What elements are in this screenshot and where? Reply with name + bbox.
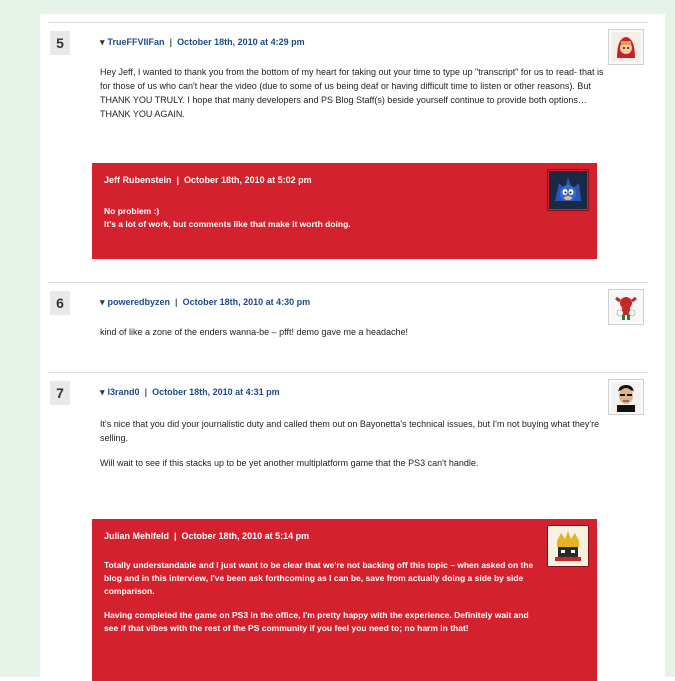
red-hood-avatar-icon[interactable] bbox=[608, 29, 644, 65]
comment-header: ▾ poweredbyzen | October 18th, 2010 at 4:30… bbox=[100, 297, 310, 308]
author-reply: Julian Mehlfeld | October 18th, 2010 at 5:… bbox=[92, 519, 597, 681]
comment-paragraph: Will wait to see if this stacks up to be… bbox=[100, 458, 479, 468]
author-reply: Jeff Rubenstein | October 18th, 2010 at 5:… bbox=[92, 163, 597, 259]
comment-number: 7 bbox=[50, 381, 70, 405]
caret-down-icon[interactable]: ▾ bbox=[100, 297, 108, 307]
comment-paragraph: It's nice that you did your journalistic… bbox=[100, 419, 600, 443]
comment-6: 6 ▾ poweredbyzen | October 18th, 2010 at 4:… bbox=[48, 282, 648, 355]
reply-body: No problem :) It's a lot of work, but co… bbox=[104, 205, 534, 242]
reply-paragraph: Having completed the game on PS3 in the … bbox=[104, 610, 529, 633]
page-frame: 5 ▾ TrueFFVIIFan | October 18th, 2010 at 4:… bbox=[0, 0, 675, 681]
comment-date-link[interactable]: October 18th, 2010 at 4:30 pm bbox=[183, 297, 311, 307]
comment-7: 7 ▾ l3rand0 | October 18th, 2010 at 4:31 pm… bbox=[48, 372, 648, 681]
header-separator: | bbox=[176, 175, 180, 185]
header-separator: | bbox=[144, 387, 148, 397]
header-separator: | bbox=[174, 531, 177, 541]
reply-author-link[interactable]: Julian Mehlfeld bbox=[104, 531, 169, 541]
comment-body: Hey Jeff, I wanted to thank you from the… bbox=[100, 65, 610, 132]
comments-list: 5 ▾ TrueFFVIIFan | October 18th, 2010 at 4:… bbox=[40, 14, 665, 681]
reply-header: Jeff Rubenstein | October 18th, 2010 at 5:… bbox=[104, 175, 312, 185]
face-avatar-icon[interactable] bbox=[608, 379, 644, 415]
comment-paragraph: Hey Jeff, I wanted to thank you from the… bbox=[100, 67, 604, 119]
caret-down-icon[interactable]: ▾ bbox=[100, 37, 108, 47]
comment-header: ▾ TrueFFVIIFan | October 18th, 2010 at 4:29… bbox=[100, 37, 305, 48]
comment-number: 5 bbox=[50, 31, 70, 55]
reply-date-link[interactable]: October 18th, 2010 at 5:14 pm bbox=[182, 531, 310, 541]
comment-body: It's nice that you did your journalistic… bbox=[100, 417, 610, 481]
top-margin bbox=[0, 0, 675, 14]
comment-body: kind of like a zone of the enders wanna-… bbox=[100, 325, 610, 350]
comment-number: 6 bbox=[50, 291, 70, 315]
right-margin bbox=[665, 0, 675, 677]
knuckles-avatar-icon[interactable] bbox=[608, 289, 644, 325]
header-separator: | bbox=[169, 37, 173, 47]
comment-5: 5 ▾ TrueFFVIIFan | October 18th, 2010 at 4:… bbox=[48, 22, 648, 268]
reply-body: Totally understandable and I just want t… bbox=[104, 559, 534, 646]
comment-date-link[interactable]: October 18th, 2010 at 4:31 pm bbox=[152, 387, 280, 397]
reply-paragraph: Totally understandable and I just want t… bbox=[104, 560, 534, 596]
reply-date-link[interactable]: October 18th, 2010 at 5:02 pm bbox=[184, 175, 312, 185]
comment-author-link[interactable]: TrueFFVIIFan bbox=[108, 37, 165, 47]
reply-author-link[interactable]: Jeff Rubenstein bbox=[104, 175, 172, 185]
header-separator: | bbox=[175, 297, 178, 307]
reply-paragraph: No problem :) It's a lot of work, but co… bbox=[104, 206, 351, 229]
left-margin bbox=[0, 0, 40, 677]
comment-author-link[interactable]: poweredbyzen bbox=[108, 297, 171, 307]
comment-paragraph: kind of like a zone of the enders wanna-… bbox=[100, 327, 409, 337]
comment-author-link[interactable]: l3rand0 bbox=[108, 387, 140, 397]
king-avatar-icon[interactable] bbox=[547, 525, 589, 567]
caret-down-icon[interactable]: ▾ bbox=[100, 387, 108, 397]
comment-header: ▾ l3rand0 | October 18th, 2010 at 4:31 pm bbox=[100, 387, 280, 398]
comment-date-link[interactable]: October 18th, 2010 at 4:29 pm bbox=[177, 37, 305, 47]
sonic-avatar-icon[interactable] bbox=[547, 169, 589, 211]
reply-header: Julian Mehlfeld | October 18th, 2010 at 5:… bbox=[104, 531, 309, 541]
